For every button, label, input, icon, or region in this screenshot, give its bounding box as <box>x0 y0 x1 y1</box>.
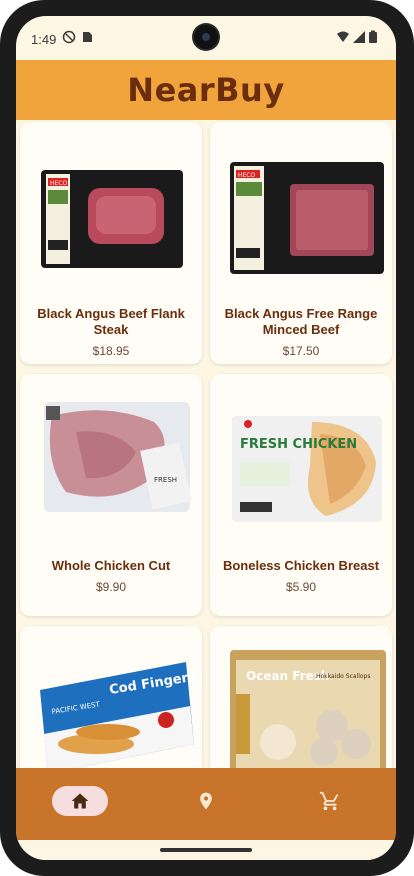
phone-frame: 1:49 NearBuy HECO Black Angus Beef Flank… <box>0 0 414 876</box>
status-time: 1:49 <box>31 32 57 47</box>
nav-cart-button[interactable] <box>314 786 346 816</box>
product-card[interactable]: Ocean Fresh Hokkaido Scallops <box>210 626 392 768</box>
home-icon <box>71 793 89 809</box>
package-label: FRESH <box>154 476 177 484</box>
do-not-disturb-icon <box>62 30 76 44</box>
bottom-navigation <box>16 768 396 840</box>
product-card[interactable]: HECO Black Angus Beef Flank Steak $18.95 <box>20 122 202 364</box>
app-title: NearBuy <box>127 71 285 109</box>
product-price: $17.50 <box>282 344 320 358</box>
product-price: $9.90 <box>95 580 127 594</box>
product-image: Cod Fingers PACIFIC WEST <box>40 662 196 768</box>
product-image: HECO <box>230 162 384 274</box>
product-card[interactable]: HECO Black Angus Free Range Minced Beef … <box>210 122 392 364</box>
product-grid[interactable]: HECO Black Angus Beef Flank Steak $18.95… <box>16 120 396 768</box>
system-home-indicator[interactable] <box>16 840 396 860</box>
location-pin-icon <box>200 792 212 810</box>
nav-home-button[interactable] <box>52 786 108 816</box>
product-image: FRESH <box>44 402 192 512</box>
product-name: Boneless Chicken Breast <box>222 558 380 573</box>
front-camera <box>194 25 218 49</box>
product-name: Whole Chicken Cut <box>51 558 171 573</box>
package-brand: HECO <box>238 172 255 179</box>
wifi-icon <box>337 31 349 42</box>
product-image: HECO <box>41 170 183 268</box>
battery-icon <box>369 30 377 43</box>
product-card[interactable]: FRESH CHICKEN Boneless Chicken Breast $5… <box>210 374 392 616</box>
product-price: $18.95 <box>92 344 130 358</box>
nav-location-button[interactable] <box>190 786 222 816</box>
package-brand: Hokkaido Scallops <box>316 673 370 680</box>
package-label: FRESH CHICKEN <box>240 437 357 452</box>
sim-card-icon <box>83 32 92 42</box>
status-bar: 1:49 <box>16 16 396 60</box>
product-card[interactable]: FRESH Whole Chicken Cut $9.90 <box>20 374 202 616</box>
product-card[interactable]: Cod Fingers PACIFIC WEST <box>20 626 202 768</box>
screen: 1:49 NearBuy HECO Black Angus Beef Flank… <box>16 16 396 860</box>
product-image: FRESH CHICKEN <box>232 416 382 522</box>
product-name: Black Angus Free Range Minced Beef <box>224 306 378 337</box>
app-bar: NearBuy <box>16 60 396 120</box>
package-brand: HECO <box>50 180 67 187</box>
product-image: Ocean Fresh Hokkaido Scallops <box>230 650 386 768</box>
product-price: $5.90 <box>285 580 317 594</box>
signal-icon <box>353 31 365 43</box>
cart-icon <box>319 791 339 811</box>
product-name: Black Angus Beef Flank Steak <box>37 306 185 337</box>
